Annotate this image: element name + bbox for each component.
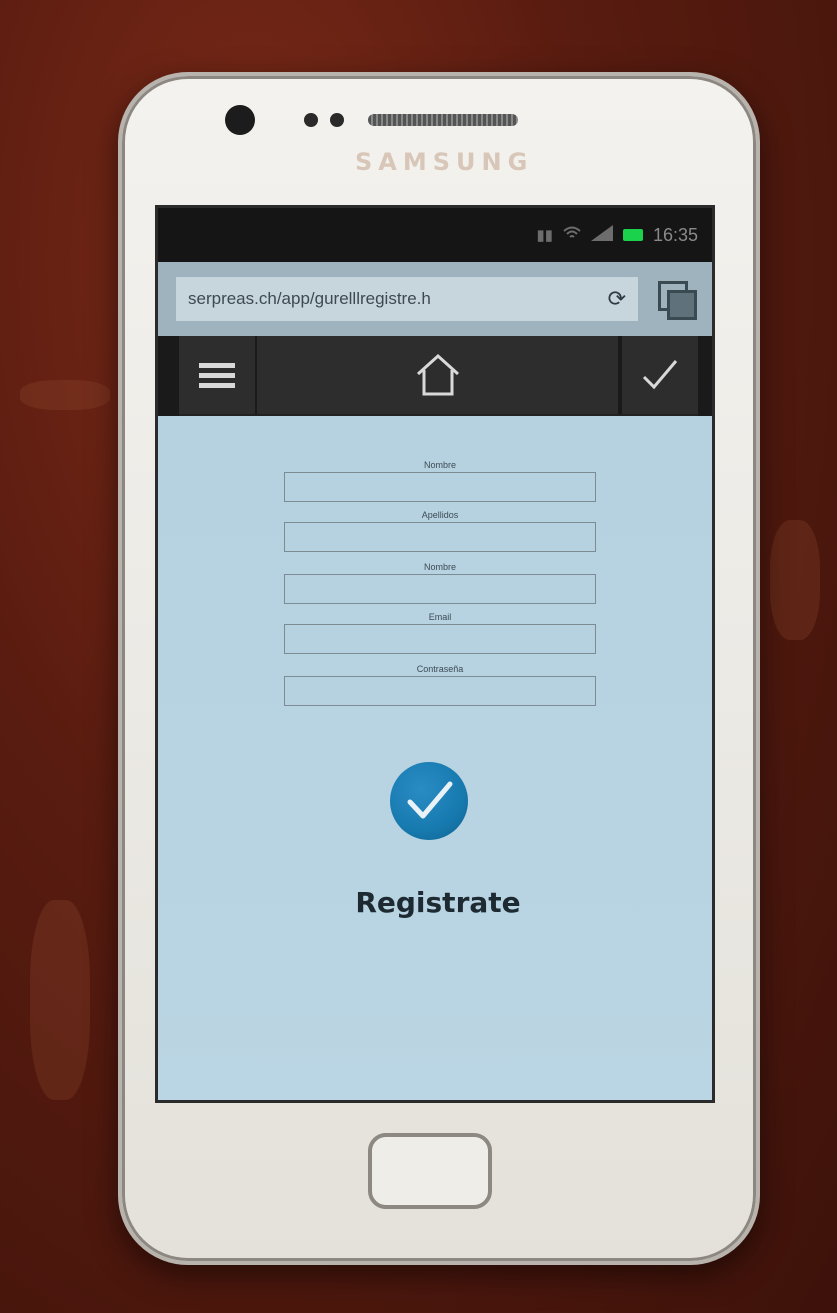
field-group-email: Email bbox=[284, 610, 596, 654]
password-input[interactable] bbox=[284, 676, 596, 706]
field-label: Contraseña bbox=[416, 664, 464, 674]
notification-icon: ▮▮ bbox=[536, 227, 553, 244]
tabs-icon[interactable] bbox=[658, 281, 697, 320]
earpiece-speaker bbox=[368, 114, 518, 126]
url-text: serpreas.ch/app/gurelllregistre.h bbox=[188, 289, 431, 308]
app-header bbox=[179, 336, 698, 416]
field-label: Nombre bbox=[423, 562, 456, 572]
register-button[interactable] bbox=[390, 762, 468, 840]
field-group-password: Contraseña bbox=[284, 662, 596, 706]
proximity-sensor bbox=[304, 113, 318, 127]
hamburger-menu-icon bbox=[199, 358, 235, 393]
nombre-input[interactable] bbox=[284, 472, 596, 502]
checkmark-circle-icon bbox=[407, 781, 453, 819]
field-group-nombre-2: Nombre bbox=[284, 560, 596, 604]
refresh-icon[interactable]: ⟳ bbox=[600, 286, 626, 312]
field-group-nombre: Nombre bbox=[284, 458, 596, 502]
browser-url-bar: serpreas.ch/app/gurelllregistre.h ⟳ bbox=[158, 262, 712, 336]
menu-button[interactable] bbox=[179, 336, 257, 414]
registration-page: Nombre Apellidos Nombre Email Contraseña… bbox=[158, 416, 712, 1100]
brand-logo: SAMSUNG bbox=[355, 148, 534, 176]
nombre-2-input[interactable] bbox=[284, 574, 596, 604]
status-bar: ▮▮ 16:35 bbox=[158, 208, 712, 262]
email-input[interactable] bbox=[284, 624, 596, 654]
confirm-nav-button[interactable] bbox=[620, 336, 698, 414]
phone-screen: ▮▮ 16:35 serpreas.ch/app/gurelllregistre… bbox=[155, 205, 715, 1103]
status-time: 16:35 bbox=[652, 224, 698, 245]
hardware-home-button[interactable] bbox=[368, 1133, 492, 1209]
field-group-apellidos: Apellidos bbox=[284, 508, 596, 552]
field-label: Apellidos bbox=[421, 510, 459, 520]
battery-icon bbox=[622, 229, 643, 241]
signal-icon bbox=[590, 225, 613, 245]
check-icon bbox=[642, 360, 678, 390]
front-camera bbox=[225, 105, 255, 135]
light-sensor bbox=[330, 113, 344, 127]
url-field[interactable]: serpreas.ch/app/gurelllregistre.h ⟳ bbox=[176, 277, 638, 321]
register-label[interactable]: Registrate bbox=[278, 886, 598, 919]
wifi-icon bbox=[563, 226, 581, 244]
apellidos-input[interactable] bbox=[284, 522, 596, 552]
field-label: Email bbox=[428, 612, 452, 622]
home-button-nav[interactable] bbox=[257, 336, 620, 414]
home-icon bbox=[416, 353, 459, 396]
field-label: Nombre bbox=[423, 460, 456, 470]
